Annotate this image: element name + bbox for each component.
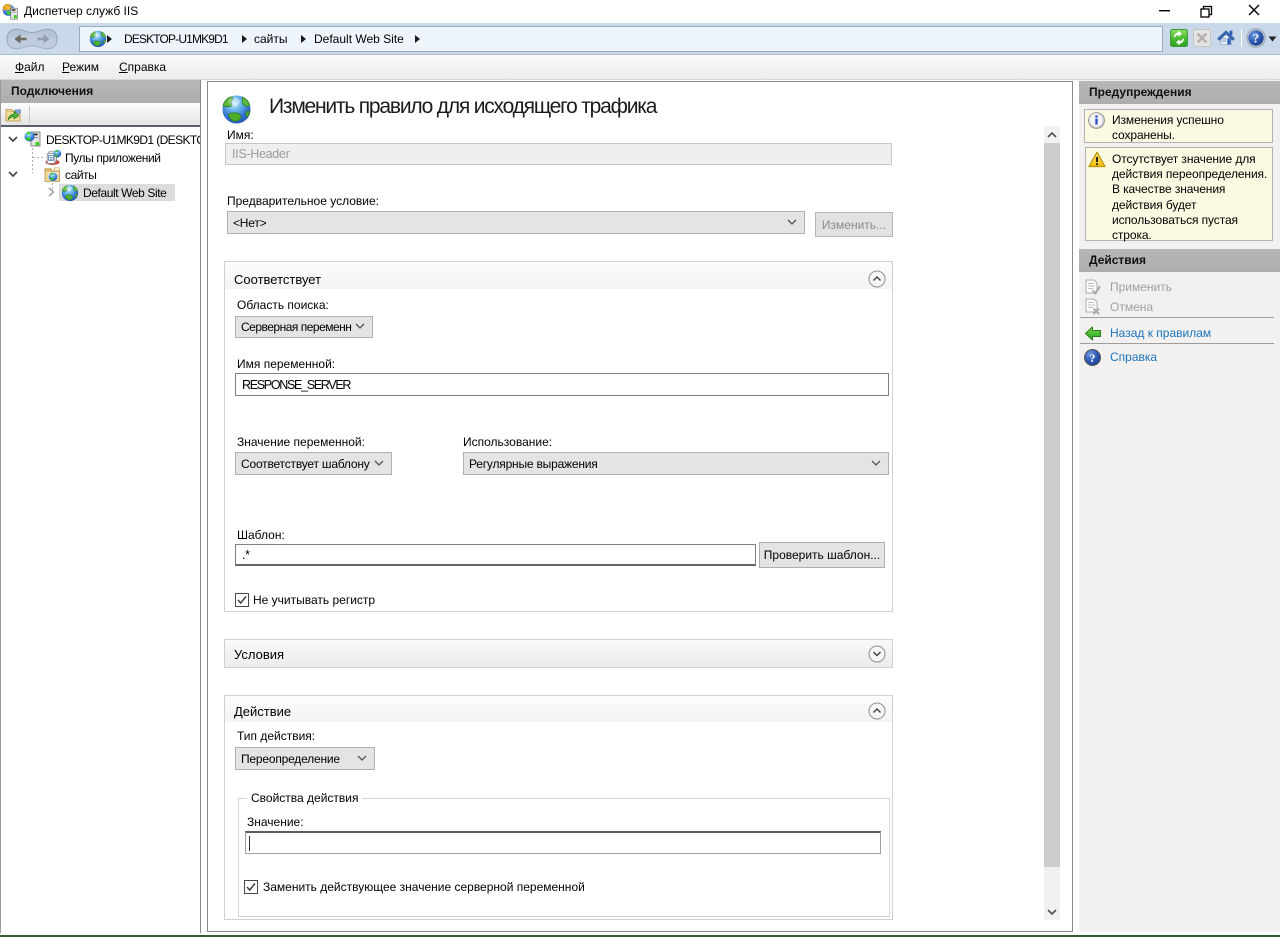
svg-text:?: ? xyxy=(1090,353,1096,365)
svg-text:?: ? xyxy=(1253,31,1260,46)
